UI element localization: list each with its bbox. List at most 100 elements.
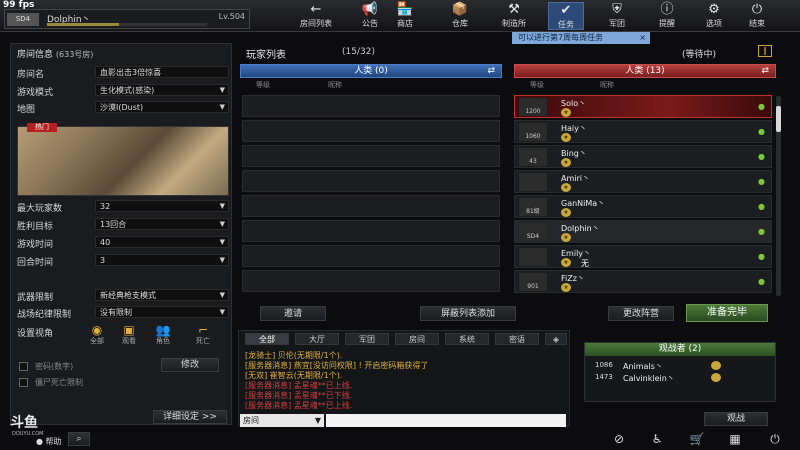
empty-player-slot[interactable]: [242, 195, 500, 217]
player-level: Lv.504: [218, 12, 245, 21]
nav-label: 制造所: [502, 19, 526, 28]
pause-icon[interactable]: ∥: [758, 45, 772, 57]
medal-icon: ★: [561, 108, 571, 117]
table-row[interactable]: 81级 GanNiMa丶 ★ ●: [514, 195, 772, 218]
chat-settings-icon[interactable]: ◈: [545, 333, 567, 345]
red-team-header[interactable]: 人类 (13) ⇄: [514, 64, 776, 78]
chevron-down-icon: ▼: [219, 256, 225, 264]
discipline-select[interactable]: 没有限制 ▼: [95, 306, 229, 318]
ready-button[interactable]: 准备完毕: [686, 304, 768, 322]
game-time-label: 游戏时间: [17, 240, 54, 250]
round-time-label: 回合时间: [17, 258, 54, 268]
nav-options[interactable]: ⚙ 选项: [696, 2, 732, 30]
table-row[interactable]: Amiri丶 ★ ●: [514, 170, 772, 193]
runner-icon[interactable]: ♿: [648, 432, 666, 448]
nav-tasks[interactable]: ✔ 任务: [548, 2, 584, 30]
view-all-button[interactable]: ◉ 全部: [85, 323, 109, 345]
player-scrollbar[interactable]: [776, 96, 781, 296]
view-character-button[interactable]: 👥 角色: [151, 324, 175, 345]
chat-channel-select[interactable]: 房间 ▼: [240, 414, 324, 427]
nav-label: 选项: [706, 19, 722, 28]
compass-icon[interactable]: ⊘: [610, 432, 628, 448]
col-level: 等级: [256, 81, 270, 89]
change-team-button[interactable]: 更改阵营: [608, 306, 674, 321]
table-row[interactable]: 1060 Haiy丶 ★ ●: [514, 120, 772, 143]
rank-icon: [519, 248, 547, 266]
medal-icon: ★: [561, 158, 571, 167]
room-name-field[interactable]: 血影出击3倍惊喜: [95, 66, 229, 78]
calendar-icon[interactable]: ▦: [726, 432, 744, 448]
empty-player-slot[interactable]: [242, 270, 500, 292]
table-row[interactable]: 901 FiZz丶 ★ ●: [514, 270, 772, 293]
nav-shop[interactable]: 🏪 商店: [387, 2, 423, 30]
hot-badge: 热门: [27, 123, 57, 132]
nav-workshop[interactable]: ⚒ 制造所: [496, 2, 532, 30]
chevron-down-icon: ▼: [219, 238, 225, 246]
tasks-icon: ✔: [560, 3, 572, 18]
screen-icon: ▣: [123, 323, 135, 337]
power-icon[interactable]: ⏻: [766, 432, 784, 448]
map-label: 地图: [17, 105, 36, 115]
search-icon[interactable]: ⌕: [68, 432, 90, 446]
game-mode-select[interactable]: 生化模式(感染) ▼: [95, 84, 229, 96]
empty-player-slot[interactable]: [242, 170, 500, 192]
empty-player-slot[interactable]: [242, 120, 500, 142]
modify-button[interactable]: 修改: [161, 358, 219, 372]
gun-icon: ⌐: [197, 323, 209, 337]
invite-button[interactable]: 邀请: [260, 306, 326, 321]
chat-tab[interactable]: 密语: [495, 333, 539, 345]
win-target-select[interactable]: 13回合 ▼: [95, 218, 229, 230]
round-time-select[interactable]: 3 ▼: [95, 254, 229, 266]
spectator-panel: 观战者 (2) 1086 Animals丶 1473 Calvinklein丶: [584, 342, 776, 402]
password-checkbox[interactable]: [19, 362, 28, 371]
nav-label: 任务: [558, 20, 574, 29]
room-status: (等待中): [682, 50, 717, 60]
max-players-select[interactable]: 32 ▼: [95, 200, 229, 212]
scroll-thumb[interactable]: [776, 106, 781, 132]
empty-player-slot[interactable]: [242, 95, 500, 117]
spectate-button[interactable]: 观战: [704, 412, 768, 426]
chevron-down-icon: ▼: [219, 308, 225, 316]
nav-label: 公告: [362, 19, 378, 28]
map-select[interactable]: 沙漠Ⅰ(Dust) ▼: [95, 101, 229, 113]
table-row[interactable]: Emily丶 ★ ● 无: [514, 245, 772, 268]
table-row[interactable]: SD4 Dolphin丶 ★ ●: [514, 220, 772, 243]
medal-icon: ★: [561, 233, 571, 242]
chat-input[interactable]: [326, 414, 566, 427]
detail-settings-button[interactable]: 详细设定 >>: [153, 410, 227, 424]
empty-player-slot[interactable]: [242, 245, 500, 267]
chat-tab[interactable]: 大厅: [295, 333, 339, 345]
chat-tab[interactable]: 军团: [345, 333, 389, 345]
nav-legion[interactable]: ⛨ 军团: [599, 2, 635, 30]
nav-exit[interactable]: ⏻ 结束: [739, 2, 775, 30]
rank-icon: 81级: [519, 198, 547, 216]
view-death-button[interactable]: ⌐ 死亡: [191, 323, 215, 345]
nav-announcement[interactable]: 📢 公告: [352, 2, 388, 30]
empty-player-slot[interactable]: [242, 145, 500, 167]
nav-reminder[interactable]: ⓘ 提醒: [649, 2, 685, 30]
zombie-limit-checkbox[interactable]: [19, 378, 28, 387]
chat-tab[interactable]: 系统: [445, 333, 489, 345]
help-link[interactable]: ● 帮助: [36, 436, 62, 447]
list-item[interactable]: 1473 Calvinklein丶: [591, 373, 771, 384]
empty-player-slot[interactable]: [242, 220, 500, 242]
zombie-limit-label: 僵尸死亡限制: [35, 378, 83, 387]
game-time-select[interactable]: 40 ▼: [95, 236, 229, 248]
nav-label: 商店: [397, 19, 413, 28]
table-row[interactable]: 1200 Solo丶 ★ ●: [514, 95, 772, 118]
table-row[interactable]: 43 Bing丶 ★ ●: [514, 145, 772, 168]
list-item[interactable]: 1086 Animals丶: [591, 361, 771, 372]
blue-team-header[interactable]: 人类 (0) ⇄: [240, 64, 502, 78]
nav-room-list[interactable]: ← 房间列表: [298, 2, 334, 30]
block-list-add-button[interactable]: 屏蔽列表添加: [420, 306, 516, 321]
chat-tab[interactable]: 房间: [395, 333, 439, 345]
cart-icon[interactable]: 🛒: [688, 432, 706, 448]
weapon-limit-select[interactable]: 新经典枪支模式 ▼: [95, 289, 229, 301]
view-watch-button[interactable]: ▣ 观看: [117, 323, 141, 345]
map-preview: [17, 126, 229, 196]
room-list-icon: ←: [310, 2, 322, 17]
rank-icon: 1060: [519, 123, 547, 141]
chat-tab[interactable]: 全部: [245, 333, 289, 345]
eye-icon: ◉: [91, 323, 103, 337]
nav-warehouse[interactable]: 📦 仓库: [442, 2, 478, 30]
